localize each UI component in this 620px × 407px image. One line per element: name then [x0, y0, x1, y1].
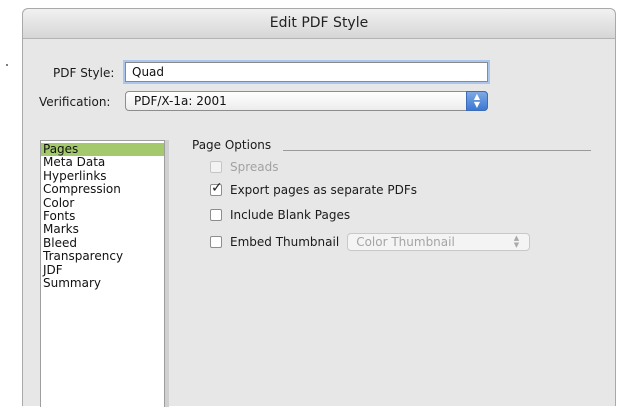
- page-options-divider: [283, 150, 591, 151]
- select-stepper-icon[interactable]: ▲ ▼: [466, 91, 488, 111]
- list-item-fonts[interactable]: Fonts: [41, 209, 164, 223]
- list-item-jdf[interactable]: JDF: [41, 263, 164, 277]
- thumbnail-type-value: Color Thumbnail: [356, 235, 455, 249]
- settings-category-list[interactable]: Pages Meta Data Hyperlinks Compression C…: [40, 140, 165, 407]
- spreads-checkbox[interactable]: [210, 161, 222, 173]
- pdf-style-label: PDF Style:: [53, 66, 115, 80]
- list-item-compression[interactable]: Compression: [41, 182, 164, 196]
- list-item-hyperlinks[interactable]: Hyperlinks: [41, 169, 164, 183]
- stray-dot: [6, 64, 8, 66]
- checkmark-icon: ✓: [211, 180, 223, 196]
- export-separate-option: ✓ Export pages as separate PDFs: [210, 180, 417, 197]
- embed-thumbnail-checkbox[interactable]: [210, 236, 222, 248]
- edit-pdf-style-dialog: Edit PDF Style PDF Style: Verification: …: [22, 8, 616, 407]
- include-blank-checkbox[interactable]: [210, 209, 222, 221]
- list-scroll-edge: [165, 140, 169, 407]
- page-options-title: Page Options: [192, 138, 274, 152]
- verification-value: PDF/X-1a: 2001: [134, 94, 227, 108]
- verification-label: Verification:: [39, 95, 111, 109]
- export-separate-label: Export pages as separate PDFs: [230, 183, 417, 197]
- list-item-color[interactable]: Color: [41, 196, 164, 210]
- verification-select[interactable]: PDF/X-1a: 2001 ▲ ▼: [125, 91, 488, 111]
- list-item-marks[interactable]: Marks: [41, 222, 164, 236]
- list-item-summary[interactable]: Summary: [41, 276, 164, 290]
- list-item-meta-data[interactable]: Meta Data: [41, 155, 164, 169]
- dialog-title: Edit PDF Style: [23, 9, 615, 39]
- select-arrows-icon: ▲ ▼: [513, 234, 520, 249]
- embed-thumbnail-option: Embed Thumbnail Color Thumbnail ▲ ▼: [210, 233, 531, 251]
- pdf-style-input[interactable]: [125, 62, 488, 82]
- list-item-pages[interactable]: Pages: [41, 142, 164, 157]
- list-item-bleed[interactable]: Bleed: [41, 236, 164, 250]
- export-separate-checkbox[interactable]: ✓: [210, 180, 223, 196]
- spreads-option: Spreads: [210, 160, 279, 174]
- include-blank-option: Include Blank Pages: [210, 208, 350, 222]
- thumbnail-type-select[interactable]: Color Thumbnail ▲ ▼: [347, 233, 531, 251]
- list-item-transparency[interactable]: Transparency: [41, 249, 164, 263]
- spreads-label: Spreads: [230, 160, 279, 174]
- embed-thumbnail-label: Embed Thumbnail: [230, 235, 340, 249]
- include-blank-label: Include Blank Pages: [230, 208, 351, 222]
